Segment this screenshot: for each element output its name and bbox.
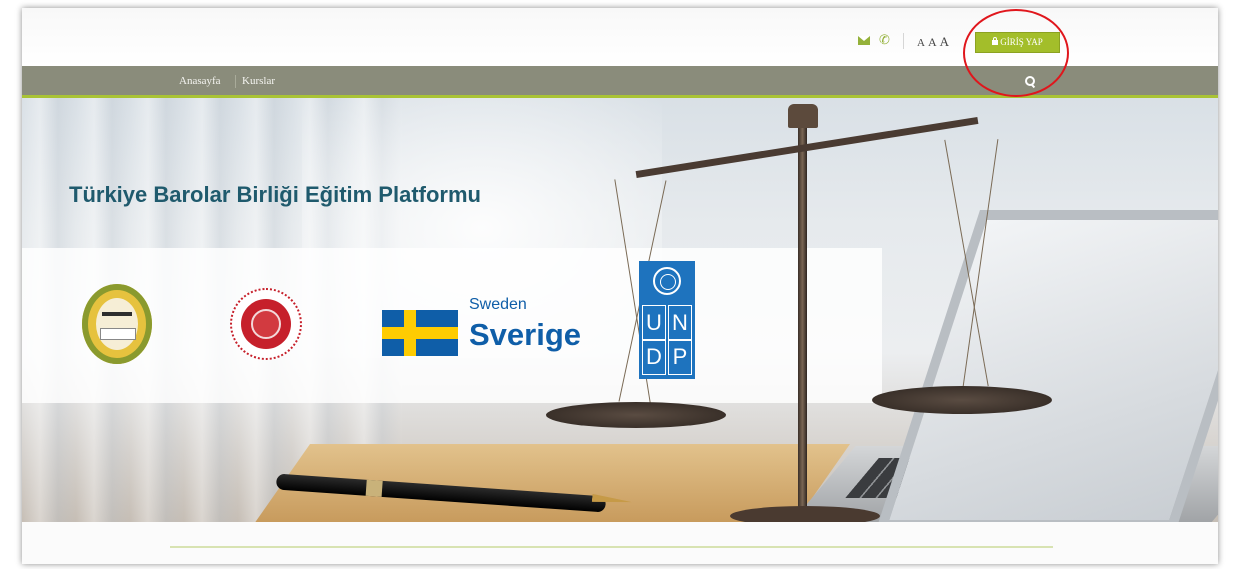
divider xyxy=(903,33,904,49)
adalet-bakanligi-logo xyxy=(230,288,302,360)
un-globe-icon xyxy=(653,267,681,295)
nav-item-anasayfa[interactable]: Anasayfa xyxy=(179,75,221,87)
login-highlight-circle xyxy=(963,9,1069,97)
undp-letter: P xyxy=(668,339,692,375)
scale-pan-left xyxy=(546,402,726,428)
sweden-flag-icon xyxy=(382,310,458,356)
font-size-medium-button[interactable]: A xyxy=(928,35,937,49)
font-size-controls: AAA xyxy=(917,35,952,50)
undp-letter: N xyxy=(668,305,692,341)
envelope-icon[interactable] xyxy=(858,36,870,45)
nav-item-kurslar[interactable]: Kurslar xyxy=(242,75,275,87)
font-size-small-button[interactable]: A xyxy=(917,37,925,49)
browser-page: ✆ AAA GİRİŞ YAP Anasayfa Kurslar Türkiye… xyxy=(22,8,1218,564)
laptop-screen xyxy=(876,210,1218,522)
undp-letter: D xyxy=(642,339,666,375)
sweden-label: Sweden xyxy=(469,296,527,313)
sverige-label: Sverige xyxy=(469,317,582,352)
scale-pillar xyxy=(798,114,807,514)
font-size-large-button[interactable]: A xyxy=(940,34,949,49)
scale-top xyxy=(788,104,818,128)
undp-letter: U xyxy=(642,305,666,341)
section-divider xyxy=(170,546,1053,548)
scale-base xyxy=(730,506,880,522)
scale-pan-right xyxy=(872,386,1052,414)
nav-divider xyxy=(235,75,236,88)
phone-icon[interactable]: ✆ xyxy=(879,33,890,47)
tbb-logo xyxy=(82,284,152,364)
page-title: Türkiye Barolar Birliği Eğitim Platformu xyxy=(69,182,481,207)
undp-logo: U N D P xyxy=(639,261,695,379)
hero-banner: Türkiye Barolar Birliği Eğitim Platformu… xyxy=(22,98,1218,522)
